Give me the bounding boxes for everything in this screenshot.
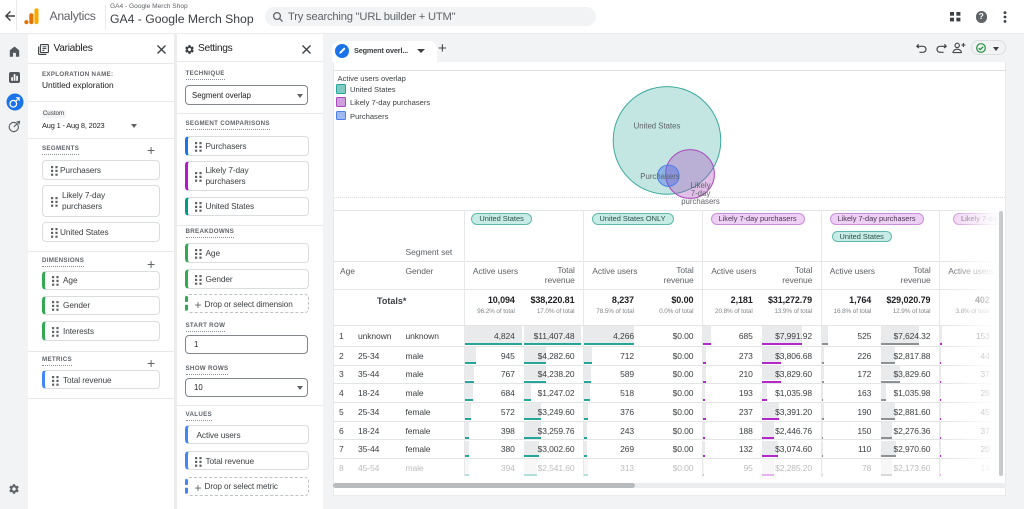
svg-text:Purchasers: Purchasers: [640, 172, 680, 181]
svg-text:purchasers: purchasers: [681, 197, 720, 206]
svg-text:United States: United States: [634, 122, 681, 131]
